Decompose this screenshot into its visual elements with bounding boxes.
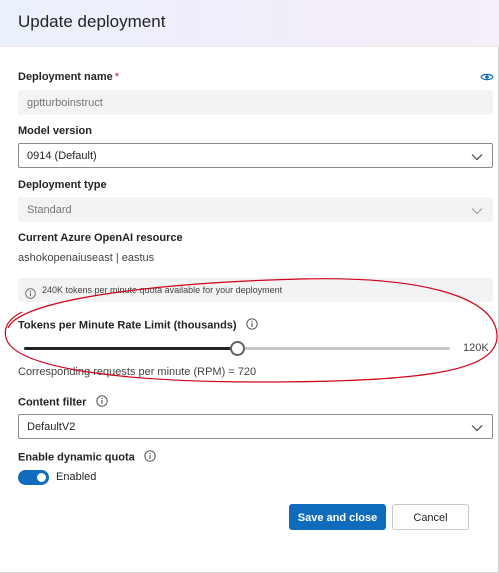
- resource-value: ashokopenaiuseast | eastus: [18, 252, 155, 264]
- deployment-name-label-text: Deployment name: [18, 71, 113, 83]
- dialog-title: Update deployment: [18, 12, 166, 31]
- model-version-value: 0914 (Default): [27, 150, 97, 162]
- quota-info-text: 240K tokens per minute quota available f…: [42, 285, 283, 295]
- content-filter-value: DefaultV2: [27, 421, 76, 433]
- dynamic-quota-label-text: Enable dynamic quota: [18, 451, 135, 464]
- info-icon[interactable]: [246, 318, 258, 333]
- quota-info-bar: 240K tokens per minute quota available f…: [18, 278, 493, 302]
- save-and-close-button[interactable]: Save and close: [289, 504, 386, 530]
- deployment-name-field: gptturboinstruct: [18, 90, 493, 115]
- dynamic-quota-label: Enable dynamic quota: [18, 450, 156, 465]
- rpm-text: Corresponding requests per minute (RPM) …: [18, 366, 257, 378]
- dialog-header: Update deployment: [0, 0, 499, 47]
- chevron-down-icon: [470, 144, 484, 169]
- info-icon[interactable]: [95, 395, 108, 410]
- required-mark: *: [114, 71, 120, 83]
- toggle-knob: [37, 473, 46, 482]
- deployment-type-label: Deployment type: [18, 179, 107, 191]
- slider-thumb[interactable]: [230, 341, 245, 356]
- chevron-down-icon: [470, 415, 484, 440]
- dynamic-quota-state: Enabled: [56, 471, 97, 483]
- deployment-name-label: Deployment name *: [18, 71, 119, 83]
- model-version-label: Model version: [18, 125, 92, 137]
- content-filter-label-text: Content filter: [18, 396, 87, 409]
- info-icon: [25, 284, 36, 308]
- eye-icon[interactable]: [480, 69, 494, 87]
- slider-fill: [24, 347, 237, 350]
- rate-limit-label: Tokens per Minute Rate Limit (thousands): [18, 318, 258, 333]
- model-version-dropdown[interactable]: 0914 (Default): [18, 143, 493, 168]
- dynamic-quota-toggle[interactable]: [18, 470, 49, 485]
- deployment-name-value: gptturboinstruct: [27, 97, 103, 109]
- cancel-button[interactable]: Cancel: [392, 504, 469, 530]
- rate-limit-value: 120K: [463, 342, 489, 354]
- deployment-type-dropdown: Standard: [18, 197, 493, 222]
- chevron-down-icon: [470, 198, 484, 223]
- info-icon[interactable]: [144, 450, 156, 465]
- update-deployment-dialog: Update deployment Deployment name * gpttu…: [0, 0, 499, 573]
- content-filter-label: Content filter: [18, 395, 108, 410]
- content-filter-dropdown[interactable]: DefaultV2: [18, 414, 493, 439]
- resource-label: Current Azure OpenAI resource: [18, 232, 183, 244]
- rate-limit-slider[interactable]: [24, 341, 450, 356]
- rate-limit-label-text: Tokens per Minute Rate Limit (thousands): [18, 319, 237, 332]
- deployment-type-value: Standard: [27, 204, 72, 216]
